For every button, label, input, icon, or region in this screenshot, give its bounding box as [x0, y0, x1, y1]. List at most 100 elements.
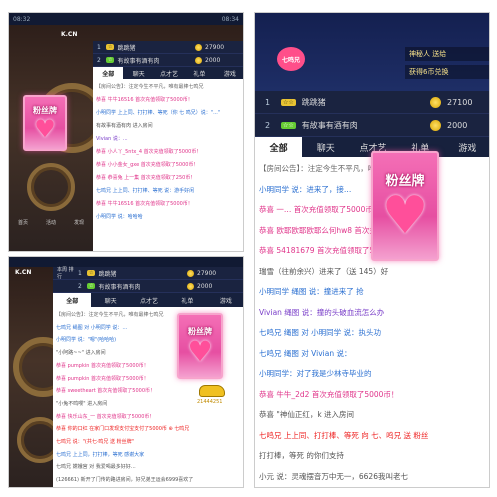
fan-badge-title: 粉丝牌: [33, 105, 57, 115]
level-badge: ☆: [87, 283, 96, 289]
level-badge: ☆: [106, 44, 115, 50]
level-badge: ☆: [106, 57, 115, 63]
chat-log: 【房间公告】：注定今生不平凡，唯有最棒七鸣兄 恭喜 牛牛16516 首次充值领取…: [93, 79, 243, 251]
marquee-line: 神秘人 送给: [409, 50, 447, 58]
tab-all[interactable]: 全部: [93, 67, 124, 79]
chat-line: Vivian 绳图 说：撞的头破血流怎么办: [259, 307, 385, 317]
marquee-text: 神秘人 送给: [405, 47, 489, 61]
screenshot-panel-right: 七鸣兄 神秘人 送给 获得6币兑换 1 ☆☆ 跳跳猪 27100 2 ☆☆ 有故…: [254, 12, 490, 488]
marquee-text-2: 获得6币兑换: [405, 65, 489, 79]
rank-row: 本周 排行 1 ☆ 跳跳猪 27900: [53, 267, 243, 280]
fan-badge-card: 粉丝牌 ♥: [177, 313, 223, 379]
chat-line: 【房间公告】：注定今生不平凡，唯有最棒七鸣兄: [96, 84, 204, 90]
heart-icon: ♥: [187, 334, 213, 368]
rank-num: 2: [78, 282, 82, 290]
tab-gift-list[interactable]: 礼单: [168, 293, 206, 307]
chat-line: 七鸣兄 说："(共七·鸣兄 送 粉丝牌": [56, 439, 134, 446]
level-badge: ☆☆: [281, 121, 296, 129]
chat-line: 有故事有酒有肉 进入房间: [96, 123, 153, 129]
tab-talent[interactable]: 点才艺: [130, 293, 168, 307]
coin-icon: [430, 96, 441, 108]
rank-row: 2 ☆☆ 有故事有酒有肉 2000: [255, 114, 489, 137]
chat-line: 小明同学：对了我是少林寺毕业的: [259, 369, 372, 378]
status-time-right: 08:34: [221, 15, 239, 23]
coin-icon: [430, 119, 441, 131]
bottom-nav: 首页 活动 发现: [9, 211, 93, 233]
rank-row: 2 ☆ 有故事有酒有肉 2000: [53, 280, 243, 293]
rank-list: 1 ☆ 跳跳猪 27900 2 ☆ 有故事有酒有肉 2000: [93, 41, 243, 67]
rank-num: 1: [78, 269, 82, 277]
chat-line: 恭喜 快乐山东_一 首次充值领取了5000币！: [56, 413, 155, 420]
rank-score: 2000: [197, 282, 213, 290]
chat-line: 七鸣兄 嫦娥宫 对 我爱喝最多好好…: [56, 464, 136, 471]
rank-num: 2: [265, 120, 271, 130]
rank-score: 2000: [205, 56, 221, 64]
gift-car-icon: [199, 385, 225, 397]
chat-line: 恭喜 小人丫_5ntx_4 首次充值领取了5000币！: [96, 149, 202, 155]
level-badge: ☆☆: [281, 98, 296, 106]
coin-icon: [195, 56, 202, 64]
chat-line: 七鸣兄 绳图 对 Vivian 说：: [259, 348, 352, 358]
tab-chat[interactable]: 聊天: [123, 67, 153, 79]
chat-line: 小元 说：灵魂摆音万中无一，6626我叫老七: [259, 471, 408, 481]
marquee-line: 获得6币兑换: [409, 68, 449, 76]
rank-num: 1: [97, 43, 101, 51]
screenshot-panel-bottom-left: K.CN 本周 排行 1 ☆ 跳跳猪 27900 2 ☆ 有故事有酒有肉 200…: [8, 256, 244, 488]
tab-chat[interactable]: 聊天: [302, 137, 349, 157]
fan-badge-card: 粉丝牌 ♥: [371, 151, 439, 261]
chat-line: 恭喜 "神仙正红，k 进入房间: [259, 410, 355, 419]
gift-car-value: 21444251: [197, 399, 223, 405]
anchor-heart-badge: 七鸣兄: [277, 47, 305, 71]
chat-line: 七鸣兄 绳图 对 小明同学 说：执头功: [259, 328, 382, 337]
tab-gift-list[interactable]: 礼单: [184, 67, 214, 79]
coin-icon: [187, 282, 194, 290]
chat-line: 七鸣兄 上上同、打打棒、等死 向 七、鸣兄 送 粉丝: [259, 430, 429, 440]
chat-line: 七鸣兄 上上同，打打棒，等死 感谢大家: [56, 451, 145, 458]
rank-num: 2: [97, 56, 101, 64]
rank-score: 27100: [447, 97, 473, 107]
chat-line: 小明同学 绳图 说：撞进来了 抢: [259, 287, 364, 296]
rank-header: 本周 排行: [57, 267, 74, 280]
tab-game[interactable]: 游戏: [215, 67, 243, 79]
rank-list: 1 ☆☆ 跳跳猪 27100 2 ☆☆ 有故事有酒有肉 2000: [255, 91, 489, 137]
nav-home[interactable]: 首页: [18, 219, 28, 226]
chat-line: 打打棒，等死 的你们支持: [259, 451, 344, 460]
rank-score: 27900: [197, 269, 217, 277]
rank-num: 1: [265, 97, 271, 107]
nav-activity[interactable]: 活动: [46, 219, 56, 226]
rank-name: 有故事有酒有肉: [98, 283, 141, 291]
tab-game[interactable]: 游戏: [207, 293, 243, 307]
car-wheel-decoration-2: [27, 163, 75, 211]
rank-score: 2000: [447, 120, 468, 130]
chat-line: 恭喜 牛牛16516 首次充值领取了5000币！: [96, 97, 193, 103]
chat-line: 恭喜 小小金女_gxe 首次充值领取了5000币！: [96, 162, 199, 168]
chat-tabs: 全部 聊天 点才艺 礼单 游戏: [93, 67, 243, 79]
rank-row: 1 ☆ 跳跳猪 27900: [93, 41, 243, 54]
rank-list: 本周 排行 1 ☆ 跳跳猪 27900 2 ☆ 有故事有酒有肉 2000: [53, 267, 243, 293]
rank-name: 跳跳猪: [117, 44, 136, 52]
tab-all[interactable]: 全部: [255, 137, 303, 157]
chat-line: 瑞雪（往前余兴）进来了（送 145）好: [259, 266, 389, 276]
status-bar: [9, 257, 243, 267]
status-time-left: 08:32: [13, 15, 31, 23]
rank-name: 有故事有酒有肉: [117, 57, 160, 65]
coin-icon: [195, 43, 202, 51]
rank-name: 跳跳猪: [301, 97, 326, 107]
chat-tabs: 全部 聊天 点才艺 礼单 游戏: [53, 293, 243, 307]
chat-line: 恭喜 牛牛_2d2 首次充值领取了5000币！: [259, 389, 399, 399]
tab-all[interactable]: 全部: [53, 293, 92, 307]
level-badge: ☆: [87, 270, 96, 276]
site-logo: K.CN: [15, 269, 32, 276]
rank-row: 2 ☆ 有故事有酒有肉 2000: [93, 54, 243, 67]
tab-talent[interactable]: 点才艺: [154, 67, 184, 79]
screenshot-panel-top-left: 08:32 08:34 K.CN 1 ☆ 跳跳猪 27900 2 ☆ 有故事有酒…: [8, 12, 244, 252]
nav-discover[interactable]: 发现: [74, 219, 84, 226]
rank-name: 跳跳猪: [98, 270, 117, 278]
tab-chat[interactable]: 聊天: [91, 293, 129, 307]
heart-icon: ♥: [381, 185, 429, 246]
status-bar: 08:32 08:34: [9, 13, 243, 25]
chat-line: 小明同学 说：哈哈哈: [96, 214, 143, 220]
chat-line: 七鸣兄 上上同、打打棒、等死 说：游手好闲: [96, 188, 195, 194]
coin-icon: [187, 269, 194, 277]
tab-game[interactable]: 游戏: [444, 137, 489, 157]
